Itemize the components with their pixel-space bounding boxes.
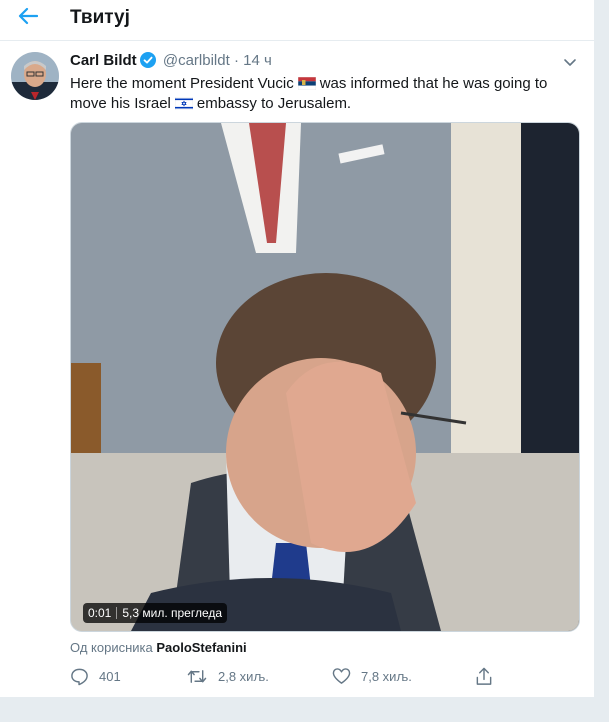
retweet-icon — [187, 669, 207, 683]
tweet-time[interactable]: 14 ч — [243, 52, 272, 69]
video-duration: 0:01 — [88, 606, 112, 620]
video-attribution: Од корисника PaoloStefanini — [70, 640, 247, 655]
attribution-user[interactable]: PaoloStefanini — [156, 640, 246, 655]
like-count: 7,8 хиљ. — [361, 668, 412, 684]
reply-count: 401 — [99, 668, 121, 684]
separator-dot: · — [233, 52, 239, 69]
like-icon — [332, 668, 351, 684]
avatar[interactable] — [11, 52, 59, 100]
retweet-count: 2,8 хиљ. — [218, 668, 269, 684]
caret-down-icon — [564, 59, 576, 66]
avatar-image — [11, 52, 59, 100]
like-button[interactable]: 7,8 хиљ. — [332, 664, 412, 688]
reply-icon — [71, 668, 88, 685]
author-handle[interactable]: @carlbildt — [163, 52, 230, 69]
author-name[interactable]: Carl Bildt — [70, 52, 137, 69]
attribution-prefix: Од корисника — [70, 640, 153, 655]
back-button[interactable] — [14, 3, 42, 29]
israel-flag-icon — [174, 97, 193, 110]
share-button[interactable] — [475, 664, 493, 688]
retweet-button[interactable]: 2,8 хиљ. — [186, 664, 269, 688]
reply-button[interactable]: 401 — [70, 664, 121, 688]
video-player[interactable]: 0:01 5,3 мил. прегледа — [70, 122, 580, 632]
tweet-menu-button[interactable] — [560, 52, 580, 72]
page-title: Твитуј — [70, 7, 130, 28]
tweet-text-part3: embassy to Jerusalem. — [196, 95, 352, 112]
timeline-column: Твитуј Carl Bildt @carlbildt · 14 ч Here… — [0, 0, 595, 722]
video-overlay: 0:01 5,3 мил. прегледа — [83, 603, 228, 623]
header: Твитуј — [0, 0, 594, 41]
tweet-header: Carl Bildt @carlbildt · 14 ч — [70, 52, 272, 72]
tweet-actions: 401 2,8 хиљ. 7,8 хиљ. — [70, 664, 510, 688]
verified-icon — [139, 52, 156, 68]
share-icon — [476, 667, 492, 685]
video-views: 5,3 мил. прегледа — [122, 606, 223, 620]
tweet-text: Here the moment President Vucic was infor… — [70, 74, 570, 114]
video-frame — [71, 123, 579, 631]
serbia-flag-icon — [297, 77, 316, 90]
timeline-gap — [0, 698, 594, 722]
back-arrow-icon — [18, 7, 38, 25]
tweet-text-part1: Here the moment President Vucic — [70, 75, 294, 92]
